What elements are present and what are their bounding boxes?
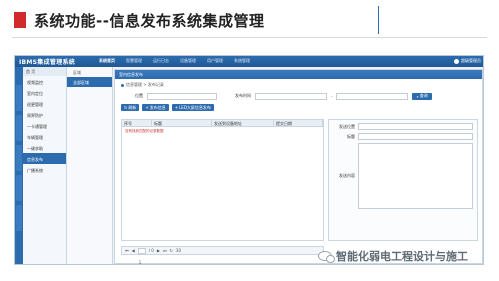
- page-number: 1: [138, 259, 142, 265]
- sidebar-item-card[interactable]: 一卡通管理: [23, 120, 66, 131]
- form-row-title: 标题: [329, 130, 477, 140]
- nav-item-log[interactable]: 运行日志: [153, 58, 169, 64]
- title-label: 标题: [347, 133, 355, 139]
- content-label: 发送内容: [339, 173, 355, 178]
- col-submit-date: 提交日期: [274, 120, 323, 126]
- sidebar-item-indoor[interactable]: 室内定位: [23, 87, 66, 98]
- prev-page-icon[interactable]: ◀: [132, 248, 135, 253]
- publish-button-label: 发布信息: [149, 104, 166, 110]
- user-name: 超级管理员: [461, 58, 481, 63]
- refresh-button[interactable]: ↻ 刷新: [121, 104, 140, 111]
- publish-form: 发送位置 标题 发送内容: [328, 119, 478, 241]
- title-input[interactable]: [358, 133, 473, 140]
- page-total: / 0: [148, 248, 154, 253]
- sidebar-item-broadcast[interactable]: 广播系统: [23, 164, 66, 175]
- first-page-icon[interactable]: ⏮: [125, 248, 129, 253]
- title-underline: [12, 37, 487, 38]
- end-time-input[interactable]: [336, 92, 409, 100]
- records-table: 序号 标题 发送到设备地址 提交日期 没有找到匹配的记录数据: [121, 119, 324, 241]
- title-accent-bar: [14, 12, 26, 28]
- app-logo: IBMS集成管理系统: [19, 59, 76, 66]
- sidebar-home[interactable]: 首 页: [23, 67, 66, 76]
- last-page-icon[interactable]: ⏭: [163, 248, 167, 253]
- nav-item-home[interactable]: 系统首页: [99, 58, 115, 64]
- slide-title: 系统功能--信息发布系统集成管理: [34, 12, 265, 30]
- refresh-button-label: 刷新: [128, 104, 137, 110]
- start-time-input[interactable]: [255, 92, 327, 100]
- breadcrumb: 信息管理 > 发布记录: [115, 79, 482, 91]
- panel-title: 室内信息发布: [115, 70, 482, 79]
- sidebar-item-perimeter[interactable]: 周界防护: [23, 109, 66, 120]
- page-size[interactable]: 30: [176, 248, 181, 253]
- led-publish-button[interactable]: + LED大屏信息发布: [171, 104, 214, 111]
- range-separator: -: [331, 93, 333, 99]
- rail-tab-security[interactable]: [16, 175, 22, 201]
- plus-icon: +: [145, 105, 149, 110]
- slide-header: 系统功能--信息发布系统集成管理: [0, 0, 499, 42]
- app-screenshot: IBMS集成管理系统 系统首页 智慧管理 运行日志 设备管理 用户管理 系统管理…: [14, 55, 484, 265]
- left-rail: [15, 67, 23, 264]
- region-item-all[interactable]: 全部区域: [67, 77, 112, 87]
- nav-item-smart[interactable]: 智慧管理: [126, 58, 142, 64]
- slide: 系统功能--信息发布系统集成管理 IBMS集成管理系统 系统首页 智慧管理 运行…: [0, 0, 499, 281]
- decorative-divider: [378, 6, 379, 34]
- pagination: ⏮ ◀ 1 / 0 ▶ ⏭ ↻ 30: [121, 246, 324, 264]
- empty-message: 没有找到匹配的记录数据: [125, 129, 164, 133]
- user-icon: [454, 58, 459, 64]
- content-textarea[interactable]: [358, 143, 473, 209]
- rail-tab-monitor[interactable]: [16, 85, 22, 111]
- rail-tab-smart[interactable]: [16, 115, 22, 141]
- sidebar-modules: 首 页 视频监控 室内定位 巡更管理 周界防护 一卡通管理 车辆管理 一键求助 …: [23, 67, 67, 264]
- sidebar-item-video[interactable]: 视频监控: [23, 76, 66, 87]
- refresh-page-icon[interactable]: ↻: [170, 248, 173, 253]
- form-row-content: 发送内容: [329, 140, 477, 209]
- position-label: 位置: [135, 93, 143, 98]
- search-icon: ⌕: [416, 93, 419, 99]
- sidebar-item-patrol[interactable]: 巡更管理: [23, 98, 66, 109]
- nav-item-system[interactable]: 系统管理: [234, 58, 250, 64]
- location-input[interactable]: [358, 123, 473, 130]
- col-index: 序号: [122, 120, 152, 126]
- app-top-bar: IBMS集成管理系统 系统首页 智慧管理 运行日志 设备管理 用户管理 系统管理…: [15, 56, 483, 67]
- rail-tab-alarm[interactable]: [16, 145, 22, 171]
- location-label: 发送位置: [339, 123, 355, 129]
- sidebar-item-vehicle[interactable]: 车辆管理: [23, 131, 66, 142]
- next-page-icon[interactable]: ▶: [157, 248, 160, 253]
- toolbar: ↻ 刷新 + 发布信息 + LED大屏信息发布: [115, 101, 482, 114]
- sidebar-item-info-publish[interactable]: 信息发布: [23, 153, 66, 164]
- watermark: 智能化弱电工程设计与施工: [318, 248, 468, 264]
- form-row-location: 发送位置: [329, 120, 477, 130]
- main-panel: 室内信息发布 信息管理 > 发布记录 位置 发布时间 - ⌕ 查询 ↻ 刷新 + 发布…: [114, 69, 483, 264]
- region-header: 区域: [73, 70, 81, 75]
- search-button[interactable]: ⌕ 查询: [412, 92, 432, 100]
- nav-item-user[interactable]: 用户管理: [207, 58, 223, 64]
- page-number-input[interactable]: 1: [137, 247, 146, 264]
- search-row: 位置 发布时间 - ⌕ 查询: [115, 91, 482, 101]
- top-nav: 系统首页 智慧管理 运行日志 设备管理 用户管理 系统管理: [99, 58, 250, 64]
- col-title: 标题: [152, 120, 212, 126]
- publish-button[interactable]: + 发布信息: [142, 104, 169, 111]
- rail-tab-broadcast[interactable]: [16, 205, 22, 231]
- user-menu[interactable]: 超级管理员: [454, 58, 481, 64]
- led-publish-button-label: LED大屏信息发布: [179, 104, 211, 110]
- breadcrumb-icon: [121, 83, 124, 87]
- breadcrumb-text: 信息管理 > 发布记录: [126, 82, 164, 87]
- sidebar-item-help[interactable]: 一键求助: [23, 142, 66, 153]
- sidebar-region: 区域 全部区域: [67, 67, 113, 264]
- plus-icon: +: [174, 105, 179, 110]
- refresh-icon: ↻: [124, 105, 128, 110]
- search-button-label: 查询: [419, 93, 428, 98]
- wechat-icon: [318, 251, 335, 263]
- table-header: 序号 标题 发送到设备地址 提交日期: [122, 120, 323, 127]
- col-device-address: 发送到设备地址: [212, 120, 274, 126]
- watermark-text: 智能化弱电工程设计与施工: [336, 250, 468, 263]
- position-input[interactable]: [147, 92, 217, 100]
- time-label: 发布时间: [235, 93, 251, 98]
- nav-item-device[interactable]: 设备管理: [180, 58, 196, 64]
